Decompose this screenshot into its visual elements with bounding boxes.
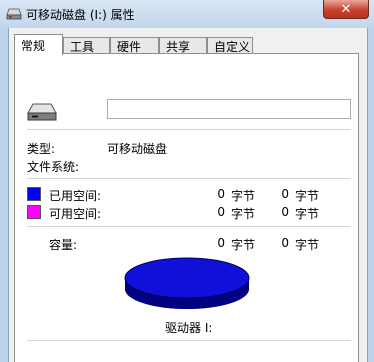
removable-drive-icon	[27, 103, 57, 121]
used-bytes-unit: 字节	[231, 189, 256, 203]
divider	[27, 129, 351, 130]
tab-tools[interactable]: 工具	[63, 37, 110, 54]
used-size-unit: 字节	[295, 189, 320, 203]
divider	[27, 340, 351, 341]
tab-general-label: 常规	[21, 38, 46, 53]
capacity-bytes-value: 0	[217, 236, 225, 250]
tab-hardware[interactable]: 硬件	[110, 37, 159, 54]
type-value: 可移动磁盘	[107, 142, 168, 156]
tab-customize-label: 自定义	[214, 39, 251, 54]
removable-drive-icon	[6, 8, 22, 20]
used-bytes-value: 0	[217, 187, 225, 201]
free-space-label: 可用空间:	[49, 207, 102, 221]
window-title: 可移动磁盘 (I:) 属性	[26, 8, 135, 22]
used-size-value: 0	[281, 187, 289, 201]
tab-general[interactable]: 常规	[14, 34, 63, 55]
free-space-swatch	[27, 205, 41, 219]
tab-sharing-label: 共享	[166, 39, 191, 54]
close-button[interactable]: ✕	[323, 0, 369, 19]
tab-hardware-label: 硬件	[117, 39, 142, 54]
capacity-size-value: 0	[281, 236, 289, 250]
general-tab-panel: 类型: 可移动磁盘 文件系统: 已用空间: 0 字节 0 字节 可用空间: 0 …	[14, 53, 359, 362]
free-size-unit: 字节	[295, 207, 320, 221]
volume-name-input[interactable]	[107, 99, 351, 119]
dialog-body: 常规 工具 硬件 共享 自定义 类型: 可移动磁盘 文件系统: 已用空间: 0 …	[8, 28, 368, 362]
divider	[27, 178, 351, 179]
drive-label: 驱动器 I:	[165, 321, 213, 335]
divider	[27, 226, 351, 227]
free-bytes-value: 0	[217, 205, 225, 219]
used-space-swatch	[27, 187, 41, 201]
used-space-label: 已用空间:	[49, 189, 102, 203]
filesystem-label: 文件系统:	[27, 160, 80, 174]
free-size-value: 0	[281, 205, 289, 219]
capacity-label: 容量:	[49, 238, 78, 252]
title-bar: 可移动磁盘 (I:) 属性 ✕	[0, 0, 374, 28]
tab-sharing[interactable]: 共享	[159, 37, 207, 54]
tab-tools-label: 工具	[70, 39, 95, 54]
disk-usage-pie	[124, 257, 250, 309]
capacity-bytes-unit: 字节	[231, 238, 256, 252]
tab-customize[interactable]: 自定义	[207, 37, 253, 54]
capacity-size-unit: 字节	[295, 238, 320, 252]
free-bytes-unit: 字节	[231, 207, 256, 221]
type-label: 类型:	[27, 142, 56, 156]
